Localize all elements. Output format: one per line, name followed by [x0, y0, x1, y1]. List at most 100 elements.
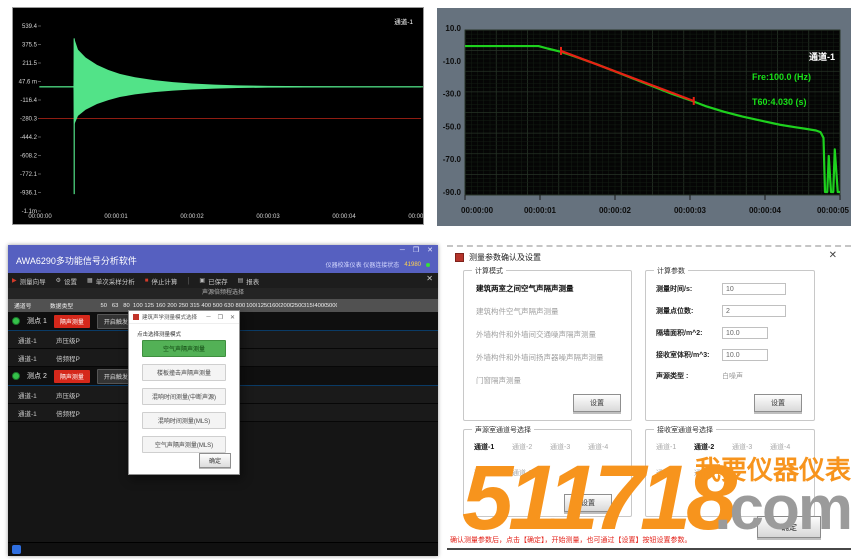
row-data-type: 倍频程P [56, 408, 116, 418]
svg-text:通道-1: 通道-1 [809, 51, 835, 62]
header-cell: 160 [155, 303, 166, 309]
header-cell: 1250 [257, 303, 268, 309]
decay-chart: 10.0-10.0-30.0-50.0-70.0-90.000:00:0000:… [437, 8, 851, 226]
toolbar-item-wizard[interactable]: ▶测量向导 [12, 276, 46, 286]
param-field-input[interactable] [722, 283, 786, 295]
svg-text:-608.2: -608.2 [20, 154, 38, 160]
badge-measure[interactable]: 隔声测量 [54, 370, 90, 383]
dialog-close-icon[interactable]: ✕ [230, 314, 235, 321]
receive-channel-option[interactable]: 通道-6 [694, 468, 732, 494]
source-room-group-title: 声源室通道号选择 [472, 425, 534, 435]
toolbar-item-sample[interactable]: ▦单次采样分析 [87, 276, 135, 286]
channel-status-icon [12, 317, 20, 325]
mode-dialog-title: 建筑声学测量模式选择 [142, 313, 199, 321]
source-channel-option[interactable]: 通道-2 [512, 442, 550, 468]
gear-icon: ⚙ [56, 278, 61, 284]
wizard-icon: ▶ [12, 278, 17, 284]
header-cell: 315 [189, 303, 200, 309]
svg-text:Fre:100.0 (Hz): Fre:100.0 (Hz) [752, 72, 811, 82]
mode-option-button[interactable]: 混响时间测量(中断声源) [142, 388, 226, 405]
mode-buttons: 空气声隔声测量楼板撞击声隔声测量混响时间测量(中断声源) 混响时间测量(MLS) 空… [142, 340, 226, 453]
toolbar-item-report[interactable]: ▤报表 [238, 276, 260, 286]
toolbar-item-save[interactable]: ▣已保存 [199, 276, 227, 286]
toolbar-item-label: 停止计算 [151, 276, 177, 286]
header-cell: 800 [235, 303, 246, 309]
svg-text:-772.1: -772.1 [20, 172, 38, 178]
waveform-panel: 539.4375.5211.547.6 m-116.4-280.3-444.2-… [12, 7, 424, 225]
source-channel-option[interactable]: 通道-5 [474, 468, 512, 494]
settings-close-icon[interactable]: ✕ [829, 251, 837, 261]
waveform-chart: 539.4375.5211.547.6 m-116.4-280.3-444.2-… [13, 8, 423, 224]
mode-option-button[interactable]: 空气声隔声测量(MLS) [142, 436, 226, 453]
measure-point-name: 测点 1 [27, 316, 47, 326]
svg-text:-30.0: -30.0 [443, 90, 462, 99]
header-cell: 1600 [269, 303, 280, 309]
mode-dialog-titlebar: 建筑声学测量模式选择 ─ ❒ ✕ [129, 311, 239, 324]
statusbar-icon[interactable] [12, 545, 21, 554]
svg-text:00:00:01: 00:00:01 [104, 214, 128, 220]
receive-channel-option[interactable]: 通道-5 [656, 468, 694, 494]
badge-measure[interactable]: 隔声测量 [54, 315, 90, 328]
calc-param-set-button[interactable]: 设置 [754, 394, 802, 412]
status-text: 仪器校准仪表 仪器连接状态 [326, 260, 400, 269]
minimize-icon[interactable]: ─ [400, 247, 405, 254]
row-data-type: 倍频程P [56, 353, 116, 363]
receive-channel-option[interactable]: 通道-2 [694, 442, 732, 468]
toolbar-item-label: 设置 [64, 276, 77, 286]
source-room-group: 声源室通道号选择 通道-1通道-2通道-3通道-4通道-5通道-6 设置 [463, 429, 632, 517]
svg-text:-50.0: -50.0 [443, 122, 462, 131]
header-cell: 500 [212, 303, 223, 309]
param-field-label: 接收室体积/m^3: [656, 350, 722, 360]
param-field-input[interactable] [722, 327, 768, 339]
mode-option-button[interactable]: 混响时间测量(MLS) [142, 412, 226, 429]
footer-note: 确认测量参数后，点击【确定】，开始测量，也可通过【设置】按钮设置参数。 [450, 535, 692, 545]
svg-text:通道-1: 通道-1 [394, 17, 413, 26]
calc-mode-option[interactable]: 外墙构件和外墙间扬声器噪声隔声测量 [476, 352, 604, 363]
titlebar: AWA6290多功能信号分析软件 ─❒✕ 仪器校准仪表 仪器连接状态 41980 [8, 245, 438, 273]
calc-mode-option[interactable]: 建筑构件空气声隔声测量 [476, 306, 604, 317]
calc-mode-option[interactable]: 门窗隔声测量 [476, 375, 604, 386]
source-room-set-button[interactable]: 设置 [564, 494, 612, 512]
source-channel-option[interactable]: 通道-4 [588, 442, 626, 468]
source-type-value: 白噪声 [722, 371, 743, 381]
calc-param-group-title: 计算参数 [654, 266, 688, 276]
close-icon[interactable]: ✕ [427, 247, 433, 254]
mode-option-button[interactable]: 空气声隔声测量 [142, 340, 226, 357]
header-cell: 2500 [292, 303, 303, 309]
svg-text:00:00:04: 00:00:04 [749, 206, 782, 215]
toolbar-item-stop[interactable]: ■停止计算 [145, 276, 178, 286]
source-channel-option[interactable]: 通道-1 [474, 442, 512, 468]
dialog-minimize-icon[interactable]: ─ [206, 314, 210, 320]
calc-mode-option[interactable]: 外墙构件和外墙间交通噪声隔声测量 [476, 329, 604, 340]
param-field-input[interactable] [722, 305, 786, 317]
header-cell: 5000 [326, 303, 337, 309]
toolbar-close-icon[interactable]: ✕ [426, 275, 433, 283]
header-cell: 100 [132, 303, 143, 309]
source-channel-option[interactable]: 通道-6 [512, 468, 550, 494]
settings-ok-button[interactable]: 确定 [757, 516, 821, 538]
calc-mode-option[interactable]: 建筑两室之间空气声隔声测量 [476, 283, 604, 294]
svg-text:00:00:05: 00:00:05 [408, 214, 423, 220]
calc-mode-options: 建筑两室之间空气声隔声测量建筑构件空气声隔声测量外墙构件和外墙间交通噪声隔声测量… [476, 283, 604, 386]
receive-channel-option[interactable]: 通道-1 [656, 442, 694, 468]
band-section-label: 声源倍频程选择 [8, 288, 438, 299]
dialog-maximize-icon[interactable]: ❒ [218, 314, 223, 321]
svg-text:T60:4.030 (s): T60:4.030 (s) [752, 97, 807, 107]
param-field-input[interactable] [722, 349, 768, 361]
connection-status-dot [426, 263, 430, 267]
window-title: AWA6290多功能信号分析软件 [16, 254, 137, 267]
calc-mode-group-title: 计算模式 [472, 266, 506, 276]
param-field-label: 隔墙面积/m^2: [656, 328, 722, 338]
calc-mode-set-button[interactable]: 设置 [573, 394, 621, 412]
receive-channel-option[interactable]: 通道-4 [770, 442, 808, 468]
source-channel-option[interactable]: 通道-3 [550, 442, 588, 468]
maximize-icon[interactable]: ❒ [413, 247, 419, 254]
toolbar-item-gear[interactable]: ⚙设置 [56, 276, 77, 286]
toolbar-item-label: 已保存 [208, 276, 228, 286]
header-cell: 250 [178, 303, 189, 309]
receive-channel-option[interactable]: 通道-3 [732, 442, 770, 468]
svg-text:00:00:02: 00:00:02 [599, 206, 632, 215]
mode-option-button[interactable]: 楼板撞击声隔声测量 [142, 364, 226, 381]
mode-ok-button[interactable]: 确定 [199, 453, 231, 468]
header-cell: 2000 [280, 303, 291, 309]
